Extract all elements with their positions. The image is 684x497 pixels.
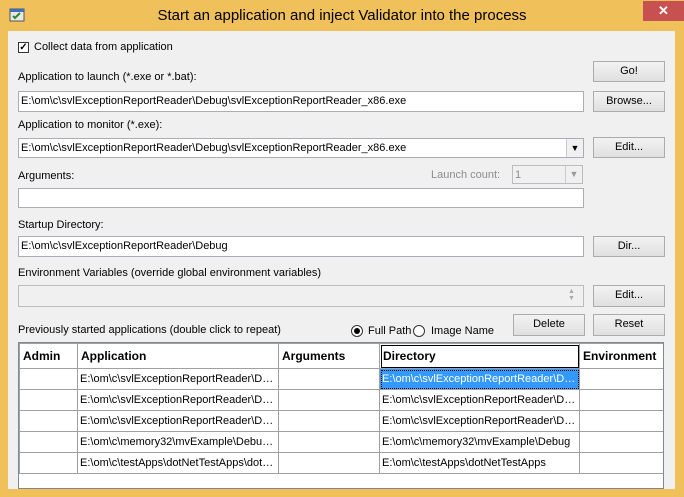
chevron-down-icon: ▼: [565, 166, 582, 183]
cell-admin[interactable]: [19, 410, 78, 432]
monitor-value: E:\om\c\svlExceptionReportReader\Debug\s…: [21, 142, 407, 154]
cell-arguments[interactable]: [278, 368, 380, 390]
cell-admin[interactable]: [19, 452, 78, 474]
image-name-label: Image Name: [431, 325, 494, 337]
cell-environment[interactable]: [579, 431, 663, 453]
cell-admin[interactable]: [19, 368, 78, 390]
table-row[interactable]: E:\om\c\testApps\dotNetTestApps\dotNetTe…: [19, 452, 663, 474]
cell-application[interactable]: E:\om\c\svlExceptionReportReader\Debug\s…: [77, 410, 279, 432]
cell-arguments[interactable]: [278, 410, 380, 432]
cell-environment[interactable]: [579, 410, 663, 432]
cell-directory[interactable]: E:\om\c\svlExceptionReportReader\Debug: [379, 368, 580, 390]
cell-environment[interactable]: [579, 368, 663, 390]
cell-admin[interactable]: [19, 389, 78, 411]
cell-directory[interactable]: E:\om\c\testApps\dotNetTestApps: [379, 452, 580, 474]
table-row[interactable]: E:\om\c\svlExceptionReportReader\Debug\s…: [19, 368, 663, 390]
browse-button[interactable]: Browse...: [593, 91, 665, 112]
environment-input: [18, 285, 584, 307]
column-header-directory[interactable]: Directory: [379, 343, 580, 369]
reset-button[interactable]: Reset: [593, 314, 665, 336]
cell-application[interactable]: E:\om\c\memory32\mvExample\Debug\mvExamp…: [77, 431, 279, 453]
launch-input[interactable]: E:\om\c\svlExceptionReportReader\Debug\s…: [18, 91, 584, 112]
startup-directory-label: Startup Directory:: [18, 219, 104, 231]
title-bar[interactable]: Start an application and inject Validato…: [0, 0, 684, 31]
cell-arguments[interactable]: [278, 431, 380, 453]
close-button[interactable]: ✕: [643, 1, 684, 21]
monitor-label: Application to monitor (*.exe):: [18, 119, 163, 131]
cell-directory[interactable]: E:\om\c\svlExceptionReportReader\Debug: [379, 410, 580, 432]
go-button[interactable]: Go!: [593, 61, 665, 82]
arguments-label: Arguments:: [18, 170, 75, 182]
launch-count-combobox: 1 ▼: [512, 165, 583, 184]
table-row[interactable]: E:\om\c\svlExceptionReportReader\Debug\s…: [19, 410, 663, 432]
table-row[interactable]: E:\om\c\memory32\mvExample\Debug\mvExamp…: [19, 431, 663, 453]
cell-arguments[interactable]: [278, 389, 380, 411]
cell-application[interactable]: E:\om\c\testApps\dotNetTestApps\dotNetTe…: [77, 452, 279, 474]
column-header-application[interactable]: Application: [77, 343, 279, 369]
cell-application[interactable]: E:\om\c\svlExceptionReportReader\Debug\s…: [77, 389, 279, 411]
cell-directory[interactable]: E:\om\c\svlExceptionReportReader\Debug: [379, 389, 580, 411]
cell-arguments[interactable]: [278, 452, 380, 474]
column-header-arguments[interactable]: Arguments: [278, 343, 380, 369]
chevron-down-icon[interactable]: ▼: [566, 139, 583, 157]
launch-count-label: Launch count:: [431, 169, 501, 181]
monitor-combobox[interactable]: E:\om\c\svlExceptionReportReader\Debug\s…: [18, 138, 584, 158]
app-window: Start an application and inject Validato…: [0, 0, 684, 497]
full-path-label: Full Path: [368, 325, 412, 337]
scroll-arrows-icon: ▲ ▼: [568, 288, 575, 302]
cell-directory[interactable]: E:\om\c\memory32\mvExample\Debug: [379, 431, 580, 453]
column-header-admin[interactable]: Admin: [19, 343, 78, 369]
launch-count-value: 1: [515, 169, 522, 181]
grid-header-row: Admin Application Arguments Directory En…: [19, 343, 663, 369]
delete-button[interactable]: Delete: [513, 314, 585, 336]
history-grid[interactable]: Admin Application Arguments Directory En…: [18, 342, 664, 489]
arguments-input[interactable]: [18, 188, 584, 208]
cell-admin[interactable]: [19, 431, 78, 453]
collect-data-label: Collect data from application: [34, 41, 173, 53]
edit-monitor-button[interactable]: Edit...: [593, 137, 665, 158]
table-row[interactable]: E:\om\c\svlExceptionReportReader\Debug\s…: [19, 389, 663, 411]
cell-application[interactable]: E:\om\c\svlExceptionReportReader\Debug\s…: [77, 368, 279, 390]
launch-label: Application to launch (*.exe or *.bat):: [18, 71, 197, 83]
full-path-radio[interactable]: [351, 325, 363, 337]
edit-environment-button[interactable]: Edit...: [593, 285, 665, 307]
history-label: Previously started applications (double …: [18, 324, 281, 336]
cell-environment[interactable]: [579, 452, 663, 474]
startup-directory-input[interactable]: E:\om\c\svlExceptionReportReader\Debug: [18, 236, 584, 257]
cell-environment[interactable]: [579, 389, 663, 411]
dialog-body: ✓ Collect data from application Applicat…: [8, 31, 675, 489]
column-header-environment[interactable]: Environment: [579, 343, 663, 369]
environment-label: Environment Variables (override global e…: [18, 267, 322, 279]
image-name-radio[interactable]: [413, 325, 425, 337]
collect-data-checkbox[interactable]: ✓: [18, 42, 29, 53]
window-title: Start an application and inject Validato…: [157, 7, 527, 24]
dir-button[interactable]: Dir...: [593, 236, 665, 257]
